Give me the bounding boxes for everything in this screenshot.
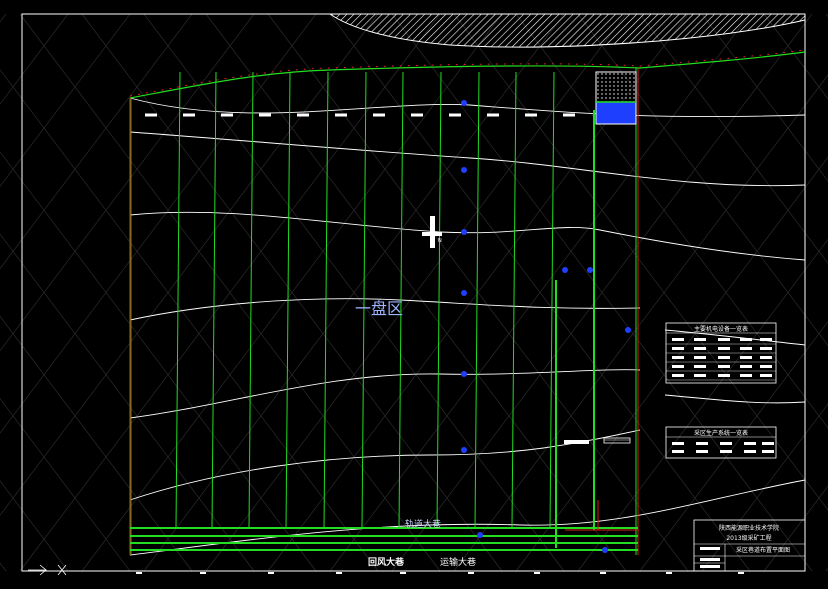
equipment-table-title: 主要机电设备一览表	[694, 325, 748, 333]
table-cell-mark	[694, 338, 706, 341]
scale-tick	[336, 572, 342, 574]
table-cell-mark	[718, 338, 730, 341]
table-cell-mark	[760, 347, 772, 350]
table-cell-mark	[744, 442, 756, 445]
table-cell-mark	[760, 374, 772, 377]
scale-tick	[200, 572, 206, 574]
scale-tick	[400, 572, 406, 574]
rail-roadway-label: 轨道大巷	[405, 518, 441, 530]
table-cell-mark	[740, 374, 752, 377]
table-cell-mark	[760, 356, 772, 359]
table-cell-mark	[672, 450, 684, 453]
scale-tick	[136, 572, 142, 574]
table-cell-mark	[762, 442, 774, 445]
title-course: 2013级采矿工程	[726, 534, 771, 542]
table-cell-mark	[694, 356, 706, 359]
table-cell-mark	[720, 442, 732, 445]
table-cell-mark	[672, 356, 684, 359]
table-cell-mark	[672, 442, 684, 445]
table-cell-mark	[744, 450, 756, 453]
scale-tick	[468, 572, 474, 574]
scale-tick	[268, 572, 274, 574]
title-drawing-name: 采区巷道布置平面图	[736, 546, 790, 554]
table-cell-mark	[740, 347, 752, 350]
table-cell-mark	[696, 442, 708, 445]
table-cell-mark	[740, 338, 752, 341]
transport-roadway-label: 运输大巷	[440, 556, 476, 568]
scale-tick	[738, 572, 744, 574]
table-cell-mark	[762, 450, 774, 453]
table-cell-mark	[740, 356, 752, 359]
table-cell-mark	[718, 356, 730, 359]
table-cell-mark	[720, 450, 732, 453]
cad-drawing-canvas: N 一盘区 轨道大巷 回风大巷 运输大巷 主要机电设备一览表 采区生产系统一览表…	[0, 0, 828, 589]
return-air-roadway-label: 回风大巷	[368, 556, 405, 568]
table-cell-mark	[672, 365, 684, 368]
table-cell-mark	[718, 347, 730, 350]
table-cell-mark	[718, 374, 730, 377]
production-table-title: 采区生产系统一览表	[694, 429, 748, 437]
table-cell-mark	[760, 365, 772, 368]
table-cell-mark	[694, 374, 706, 377]
scale-tick	[534, 572, 540, 574]
table-cell-mark	[694, 365, 706, 368]
table-cell-mark	[718, 365, 730, 368]
table-cell-mark	[672, 374, 684, 377]
table-cell-mark	[672, 338, 684, 341]
scale-tick	[666, 572, 672, 574]
shaft-box-dotted	[595, 71, 637, 103]
table-cell-mark	[696, 450, 708, 453]
table-cell-mark	[760, 338, 772, 341]
table-cell-mark	[740, 365, 752, 368]
drawing-background	[0, 0, 828, 589]
scale-tick	[600, 572, 606, 574]
title-institution: 陕西能源职业技术学院	[719, 524, 779, 532]
svg-text:N: N	[438, 238, 442, 244]
table-cell-mark	[672, 347, 684, 350]
table-cell-mark	[694, 347, 706, 350]
panel-area-label: 一盘区	[355, 299, 403, 318]
